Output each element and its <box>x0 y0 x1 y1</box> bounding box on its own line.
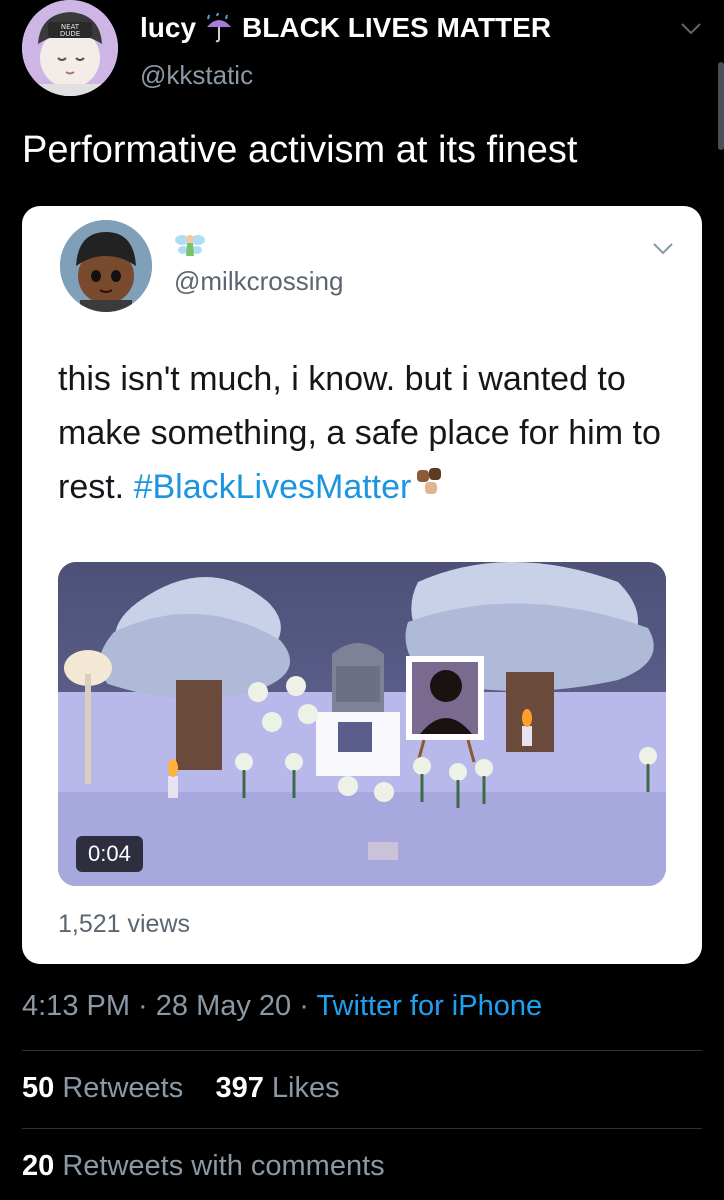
view-count: 1,521 views <box>58 910 191 938</box>
tweet-meta: 4:13 PM · 28 May 20 · Twitter for iPhone <box>22 990 542 1023</box>
tweet-timestamp[interactable]: 4:13 PM · 28 May 20 · <box>22 990 316 1022</box>
comments-count: 20 <box>22 1150 55 1182</box>
likes-label: Likes <box>271 1072 340 1104</box>
divider <box>22 1128 702 1129</box>
avatar-badge-line2: DUDE <box>60 30 80 38</box>
author-avatar[interactable]: NEAT DUDE <box>22 0 118 96</box>
retweets-with-comments-stat[interactable]: 20 Retweets with comments <box>22 1150 385 1183</box>
retweets-count: 50 <box>22 1072 55 1104</box>
author-name-suffix[interactable]: BLACK LIVES MATTER <box>242 12 551 44</box>
engagement-stats: 50 Retweets 397 Likes <box>22 1072 340 1105</box>
chevron-down-icon[interactable] <box>652 242 674 256</box>
quoted-tweet-card[interactable]: @milkcrossing this isn't much, i know. b… <box>22 206 702 964</box>
author-handle[interactable]: @kkstatic <box>140 60 253 91</box>
divider <box>22 1050 702 1051</box>
author-name[interactable]: lucy <box>140 12 196 44</box>
quoted-author-avatar[interactable] <box>60 220 152 312</box>
comments-label: Retweets with comments <box>62 1150 385 1182</box>
video-player[interactable]: 0:04 <box>58 562 666 886</box>
raised-fists-icon <box>415 462 449 516</box>
likes-count: 397 <box>215 1072 264 1104</box>
tweet-text: Performative activism at its finest <box>22 129 578 171</box>
quoted-author-handle[interactable]: @milkcrossing <box>174 266 343 297</box>
author-name-row[interactable]: lucy BLACK LIVES MATTER <box>140 12 551 44</box>
likes-stat[interactable]: 397 Likes <box>215 1072 339 1104</box>
quoted-tweet-text: this isn't much, i know. but i wanted to… <box>58 352 678 516</box>
tweet-header: NEAT DUDE lucy BLACK LIVES MATTER @kksta… <box>0 0 724 110</box>
fairy-icon <box>175 235 205 256</box>
tweet-source-link[interactable]: Twitter for iPhone <box>316 990 542 1022</box>
chevron-down-icon[interactable] <box>680 22 702 36</box>
retweets-stat[interactable]: 50 Retweets <box>22 1072 183 1104</box>
retweets-label: Retweets <box>62 1072 184 1104</box>
video-duration: 0:04 <box>76 836 143 872</box>
hashtag-link[interactable]: #BlackLivesMatter <box>134 468 412 506</box>
umbrella-with-rain-icon <box>204 13 234 43</box>
